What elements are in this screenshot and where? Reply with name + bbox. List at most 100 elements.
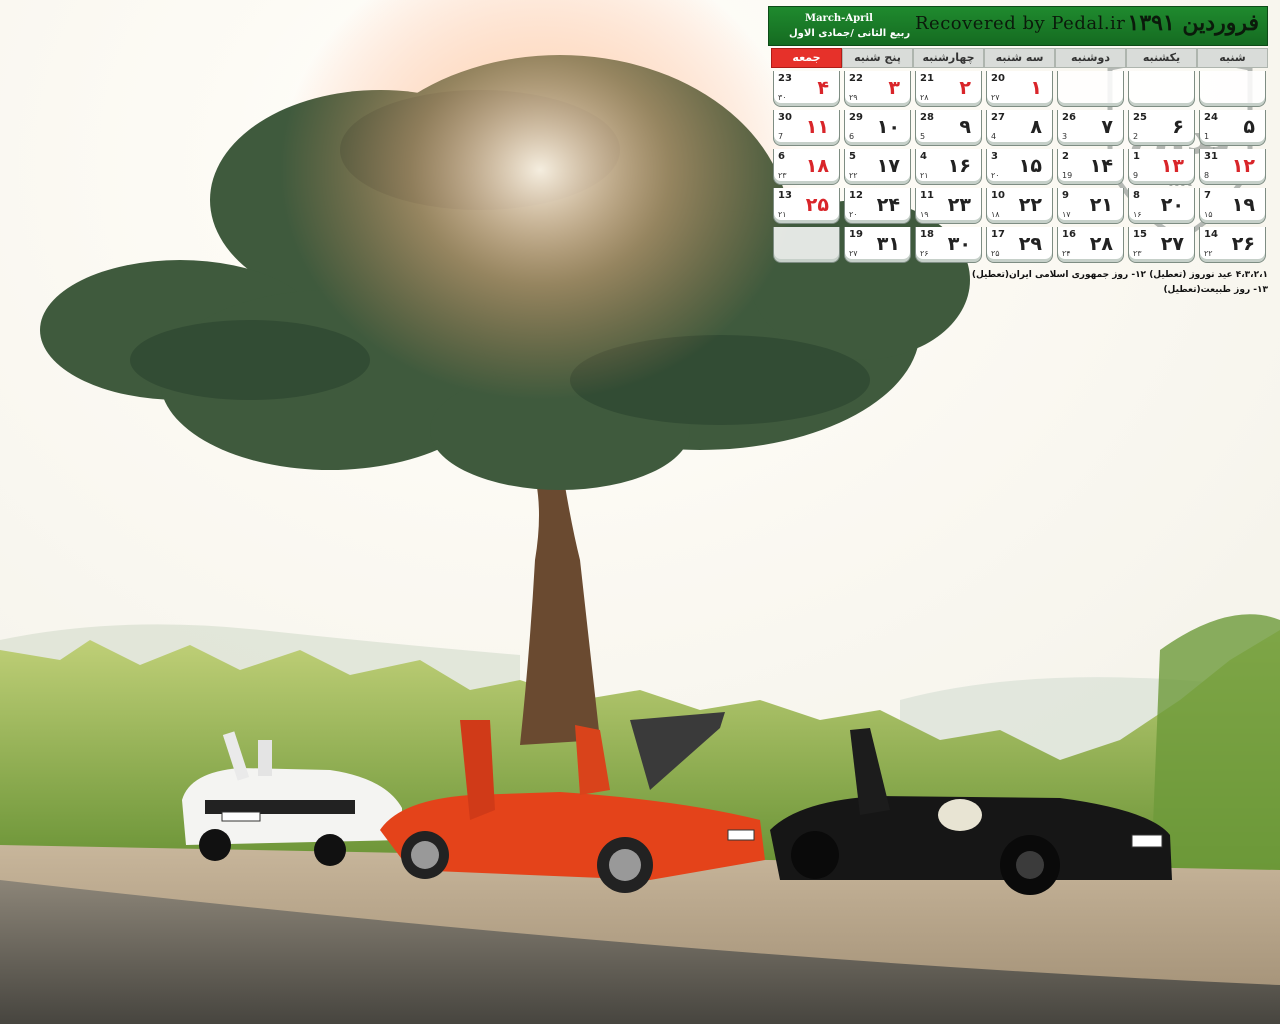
persian-day: ۲۸: [1089, 233, 1113, 255]
hijri-day: ۲۱: [920, 171, 929, 180]
calendar-day-cell: ۴ 23 ۳۰: [773, 71, 840, 107]
calendar-day-cell: ۱۶ 4 ۲۱: [915, 149, 982, 185]
hijri-day: 2: [1133, 132, 1139, 141]
hijri-day: ۱۸: [991, 210, 1000, 219]
persian-day: ۴: [817, 77, 829, 99]
hijri-day: ۲۴: [1062, 249, 1071, 258]
holiday-note-2: ۱۳- روز طبیعت(تعطیل): [1163, 285, 1268, 295]
persian-day: ۳: [888, 77, 900, 99]
calendar-day-cell: ۲۲ 10 ۱۸: [986, 188, 1053, 224]
hijri-day: 19: [1062, 171, 1073, 180]
gregorian-day: 9: [1062, 190, 1069, 201]
gregorian-day: 8: [1133, 190, 1140, 201]
hijri-day: ۲۱: [778, 210, 787, 219]
hijri-day: ۲۷: [991, 93, 1000, 102]
calendar-grid: ۱ 20 ۲۷ ۲ 21 ۲۸ ۳ 22 ۲۹ ۴ 23 ۳۰ ۵ 24 1 ۶ 25 2 ۷ 26 3 ۸ 27 4 ۹ 28 5…: [768, 70, 1268, 264]
gregorian-day: 17: [991, 229, 1005, 240]
calendar-day-cell: ۹ 28 5: [915, 110, 982, 146]
calendar-day-cell: ۶ 25 2: [1128, 110, 1195, 146]
calendar-day-cell: ۲۱ 9 ۱۷: [1057, 188, 1124, 224]
hijri-day: 1: [1204, 132, 1210, 141]
dayname-sun: یکشنبه: [1126, 48, 1197, 68]
persian-day: ۷: [1101, 116, 1113, 138]
hijri-day: 7: [778, 132, 784, 141]
gregorian-day: 20: [991, 73, 1005, 84]
persian-day: ۱۶: [947, 155, 971, 177]
persian-day: ۱۲: [1231, 155, 1255, 177]
hijri-day: 4: [991, 132, 997, 141]
calendar-day-cell: ۱۷ 5 ۲۲: [844, 149, 911, 185]
gregorian-day: 22: [849, 73, 863, 84]
calendar-day-cell: ۳ 22 ۲۹: [844, 71, 911, 107]
calendar-day-cell: ۳۰ 18 ۲۶: [915, 227, 982, 263]
gregorian-day: 27: [991, 112, 1005, 123]
gregorian-day: 13: [778, 190, 792, 201]
calendar-day-cell: ۱۳ 1 9: [1128, 149, 1195, 185]
hijri-day: ۲۲: [849, 171, 858, 180]
gregorian-day: 10: [991, 190, 1005, 201]
calendar-day-cell: ۱۵ 3 ۲۰: [986, 149, 1053, 185]
gregorian-day: 18: [920, 229, 934, 240]
hijri-day: ۲۰: [991, 171, 1000, 180]
persian-day: ۱۹: [1231, 194, 1255, 216]
persian-day: ۸: [1030, 116, 1042, 138]
calendar-day-cell: ۲۵ 13 ۲۱: [773, 188, 840, 224]
gregorian-day: 6: [778, 151, 785, 162]
calendar-day-cell: [1199, 71, 1266, 107]
persian-day: ۱۸: [805, 155, 829, 177]
calendar-day-cell: ۳۱ 19 ۲۷: [844, 227, 911, 263]
persian-day: ۱۷: [876, 155, 900, 177]
gregorian-day: 4: [920, 151, 927, 162]
hijri-day: ۲۳: [778, 171, 787, 180]
persian-day: ۱۴: [1089, 155, 1113, 177]
day-names-row: شنبه یکشنبه دوشنبه سه شنبه چهارشنبه پنج …: [768, 48, 1268, 68]
persian-day: ۱۵: [1018, 155, 1042, 177]
persian-day: ۱۰: [876, 116, 900, 138]
persian-day: ۲۵: [805, 194, 829, 216]
gregorian-day: 23: [778, 73, 792, 84]
calendar-day-cell: ۲۶ 14 ۲۲: [1199, 227, 1266, 263]
persian-day: ۲۰: [1160, 194, 1184, 216]
hijri-day: ۱۵: [1204, 210, 1213, 219]
gregorian-day: 30: [778, 112, 792, 123]
persian-day: ۹: [959, 116, 971, 138]
hijri-day: ۳۰: [778, 93, 787, 102]
hijri-day: ۲۸: [920, 93, 929, 102]
persian-day: ۳۰: [947, 233, 971, 255]
hijri-day: ۲۲: [1204, 249, 1213, 258]
hijri-day: ۲۶: [920, 249, 929, 258]
gregorian-day: 7: [1204, 190, 1211, 201]
calendar-day-cell: ۲۸ 16 ۲۴: [1057, 227, 1124, 263]
calendar-day-cell: ۲۷ 15 ۲۳: [1128, 227, 1195, 263]
persian-day: ۲۱: [1089, 194, 1113, 216]
gregorian-day: 1: [1133, 151, 1140, 162]
persian-day: ۲۲: [1018, 194, 1042, 216]
gregorian-day: 3: [991, 151, 998, 162]
gregorian-day: 2: [1062, 151, 1069, 162]
calendar-day-cell: ۲۰ 8 ۱۶: [1128, 188, 1195, 224]
calendar-day-cell: ۱۲ 31 8: [1199, 149, 1266, 185]
gregorian-day: 15: [1133, 229, 1147, 240]
gregorian-day: 29: [849, 112, 863, 123]
calendar-day-cell: ۱۰ 29 6: [844, 110, 911, 146]
dayname-tue: سه شنبه: [984, 48, 1055, 68]
hijri-day: 3: [1062, 132, 1068, 141]
gregorian-day: 16: [1062, 229, 1076, 240]
hijri-day: ۱۶: [1133, 210, 1142, 219]
calendar-day-cell: ۲۹ 17 ۲۵: [986, 227, 1053, 263]
gregorian-day: 11: [920, 190, 934, 201]
calendar-header: March-April ربیع الثانی /جمادی الاول Rec…: [768, 6, 1268, 46]
month-title: فروردین ۱۳۹۱: [1127, 10, 1260, 36]
gregorian-day: 31: [1204, 151, 1218, 162]
calendar-day-cell: ۲۳ 11 ۱۹: [915, 188, 982, 224]
calendar-day-cell: ۱۴ 2 19: [1057, 149, 1124, 185]
calendar-widget: March-April ربیع الثانی /جمادی الاول Rec…: [768, 6, 1268, 298]
calendar-day-cell: ۱۸ 6 ۲۳: [773, 149, 840, 185]
calendar-day-cell: ۱۹ 7 ۱۵: [1199, 188, 1266, 224]
dayname-thu: پنج شنبه: [842, 48, 913, 68]
persian-day: ۱۱: [805, 116, 829, 138]
calendar-day-cell: ۲۴ 12 ۲۰: [844, 188, 911, 224]
persian-day: ۲۷: [1160, 233, 1184, 255]
gregorian-day: 19: [849, 229, 863, 240]
gregorian-months: March-April: [805, 13, 873, 24]
